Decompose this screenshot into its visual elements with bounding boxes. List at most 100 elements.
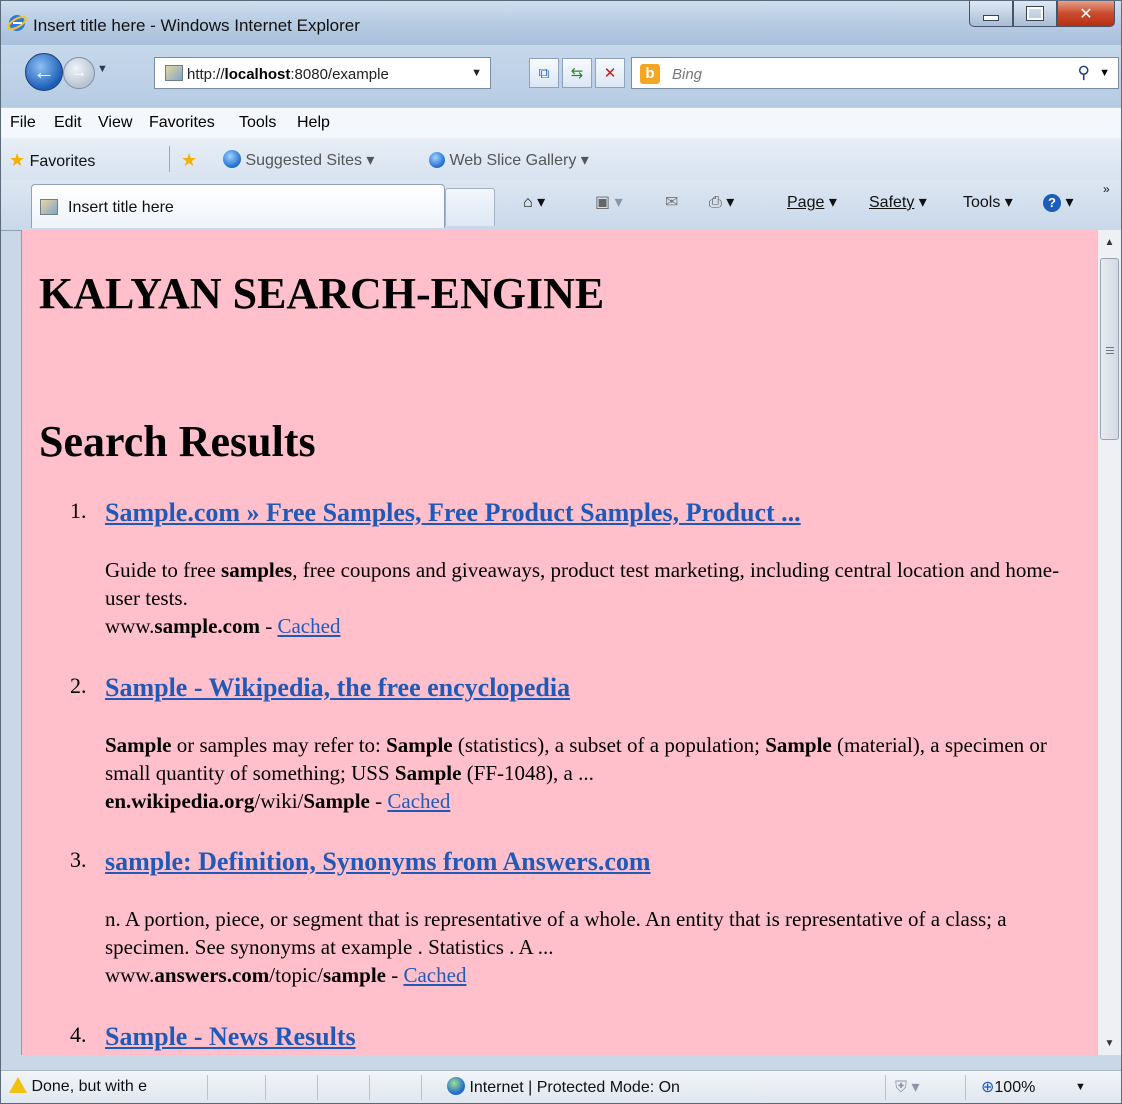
result-url: www.sample.com - Cached [105,612,1090,640]
search-options-dropdown[interactable]: ▼ [1099,67,1110,79]
refresh-button[interactable]: ⇆ [562,58,592,88]
address-bar[interactable]: http://localhost:8080/example ▼ [154,57,491,89]
status-divider [421,1075,422,1100]
cached-link[interactable]: Cached [403,963,466,987]
zoom-button[interactable]: ⊕100% [981,1077,1035,1097]
result-title-link[interactable]: Sample - News Results [105,1022,356,1052]
cached-link[interactable]: Cached [277,614,340,638]
help-button[interactable]: ? ▾ [1043,192,1073,212]
snippet-text: Guide to free [105,558,222,582]
minimize-button[interactable] [969,1,1013,27]
zoom-dropdown-icon[interactable]: ▼ [1075,1081,1086,1093]
tools-menu-button[interactable]: Tools ▾ [963,192,1013,212]
url-prefix: http:// [187,66,225,83]
star-icon: ★ [9,150,26,170]
status-message[interactable]: Done, but with e [9,1077,147,1096]
result-title-link[interactable]: Sample - Wikipedia, the free encyclopedi… [105,673,570,703]
status-divider [207,1075,208,1100]
menu-tools[interactable]: Tools [239,114,276,132]
scroll-up-arrow-icon[interactable]: ▲ [1098,230,1121,254]
browser-window: Insert title here - Windows Internet Exp… [0,0,1122,1104]
vertical-scrollbar[interactable]: ▲ ▼ [1097,230,1121,1055]
zoom-level: 100% [994,1079,1036,1096]
menu-file[interactable]: File [10,114,36,132]
feed-icon: ▣ [595,194,611,211]
url-bold: sample.com [154,614,260,638]
stop-button[interactable]: ✕ [595,58,625,88]
scroll-grip-icon [1106,347,1114,348]
mail-icon: ✉ [665,194,679,211]
page-menu-label: Page [787,194,825,211]
web-slice-gallery-link[interactable]: Web Slice Gallery ▾ [429,150,589,170]
menu-view[interactable]: View [98,114,132,132]
page-menu-button[interactable]: Page ▾ [787,192,837,212]
page-icon [165,65,183,81]
status-divider [369,1075,370,1100]
result-number: 2. [70,673,87,698]
favorites-button[interactable]: ★ Favorites [9,150,95,171]
help-icon: ? [1043,194,1061,212]
result-number: 3. [70,847,87,872]
result-snippet: Guide to free samples, free coupons and … [105,556,1090,640]
read-mail-button[interactable]: ✉ [665,192,678,212]
new-tab-button[interactable] [445,188,495,226]
zone-text: Internet | Protected Mode: On [469,1079,680,1096]
favorites-separator [169,146,170,172]
tab-title: Insert title here [68,199,174,216]
maximize-button[interactable] [1013,1,1057,27]
scroll-down-arrow-icon[interactable]: ▼ [1098,1031,1121,1055]
suggested-sites-link[interactable]: Suggested Sites ▾ [223,150,374,170]
forward-button[interactable]: → [63,57,95,89]
tab-page-icon [40,199,58,215]
snippet-bold: Sample [394,761,462,785]
favorites-bar: ★ Favorites ★ Suggested Sites ▾ Web Slic… [1,138,1121,180]
home-button[interactable]: ⌂ ▾ [523,192,545,212]
title-bar: Insert title here - Windows Internet Exp… [1,1,1121,45]
add-to-favorites-bar-button[interactable]: ★ [181,150,197,171]
page-title: KALYAN SEARCH-ENGINE [39,269,605,318]
url-separator: - [259,614,278,638]
url-host: localhost [224,66,291,83]
url-rest: :8080/example [290,66,389,83]
feeds-button[interactable]: ▣ ▾ [595,192,623,212]
snippet-text: (FF-1048), a ... [461,761,594,785]
address-dropdown-icon[interactable]: ▼ [471,67,482,79]
add-favorite-icon: ★ [181,150,198,170]
result-number: 4. [70,1022,87,1047]
compatibility-icon: ⧉ [538,64,550,82]
search-box[interactable]: b Bing ⚲ ▼ [631,57,1119,89]
recent-pages-dropdown[interactable]: ▼ [97,63,108,75]
menu-help[interactable]: Help [297,114,330,132]
snippet-bold: Sample [105,733,172,757]
page-content: KALYAN SEARCH-ENGINE Search Results 1. S… [21,230,1098,1055]
security-zone[interactable]: Internet | Protected Mode: On [447,1077,680,1097]
url-bold: sample [322,963,386,987]
url-text: www. [105,614,155,638]
scroll-thumb[interactable] [1100,258,1119,440]
tab-active[interactable]: Insert title here [31,184,445,228]
result-title-link[interactable]: Sample.com » Free Samples, Free Product … [105,498,801,528]
refresh-icon: ⇆ [570,65,584,82]
menu-favorites[interactable]: Favorites [149,114,215,132]
protected-mode-button[interactable]: ⛨ ▾ [895,1077,920,1097]
menu-bar: File Edit View Favorites Tools Help [1,107,1121,139]
url-separator: - [385,963,404,987]
cached-link[interactable]: Cached [387,789,450,813]
snippet-bold: Sample [765,733,832,757]
compatibility-view-button[interactable]: ⧉ [529,58,559,88]
status-bar: Done, but with e Internet | Protected Mo… [1,1070,1121,1103]
menu-edit[interactable]: Edit [54,114,82,132]
print-button[interactable]: ⎙ ▾ [709,192,734,212]
result-title-link[interactable]: sample: Definition, Synonyms from Answer… [105,847,651,877]
back-button[interactable]: ← [25,53,63,91]
address-url[interactable]: http://localhost:8080/example [187,66,389,83]
close-button[interactable]: ✕ [1057,1,1115,27]
toolbar-overflow-icon[interactable]: » [1103,182,1110,196]
safety-menu-button[interactable]: Safety ▾ [869,192,927,212]
url-text: /wiki/ [254,789,304,813]
status-text: Done, but with e [31,1078,148,1095]
favorites-label: Favorites [29,153,96,170]
print-icon: ⎙ [709,194,722,211]
window-frame-bottom [1,1055,1121,1070]
search-icon[interactable]: ⚲ [1078,63,1090,83]
